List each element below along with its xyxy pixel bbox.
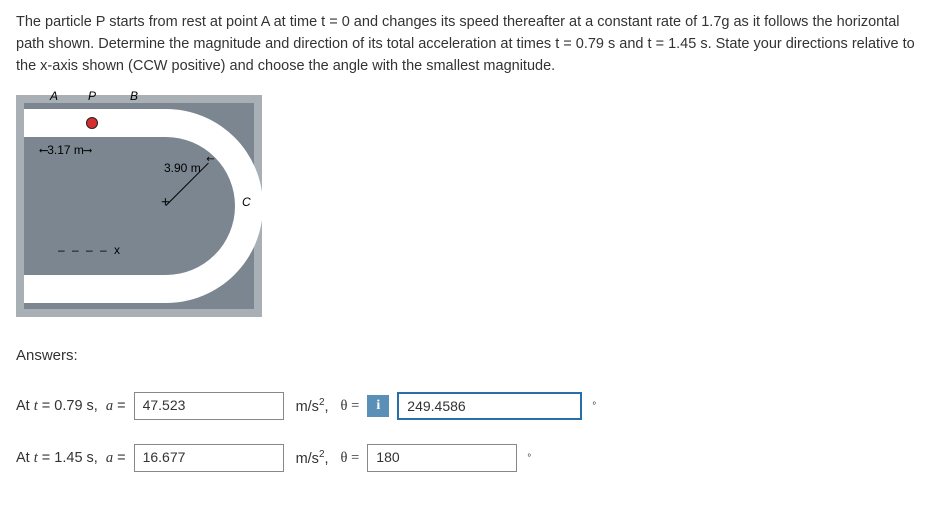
row2-unit-a: m/s2, — [296, 449, 329, 467]
row1-degree-unit: ° — [592, 401, 596, 412]
dimension-radius: 3.90 m — [164, 161, 201, 175]
label-c: C — [242, 195, 251, 209]
row1-a-input[interactable]: 47.523 — [134, 392, 284, 420]
row2-a-label: a = — [106, 450, 126, 467]
row2-degree-unit: ° — [527, 453, 531, 464]
row2-prefix: At t = 1.45 s, — [16, 450, 98, 467]
track-straight-bottom — [24, 275, 164, 303]
row1-theta-label: θ = — [341, 398, 360, 415]
dimension-ab: ⟵3.17 m⟶ — [40, 143, 91, 157]
answer-row-2: At t = 1.45 s, a = 16.677 m/s2, θ = 180 … — [16, 444, 920, 472]
row2-theta-input[interactable]: 180 — [367, 444, 517, 472]
track-diagram: A P B C ⟵3.17 m⟶ ✕ ↘ 3.90 m – – – – x — [24, 103, 254, 309]
problem-statement: The particle P starts from rest at point… — [16, 12, 920, 77]
row1-theta-input[interactable]: 249.4586 — [397, 392, 582, 420]
label-a: A — [50, 89, 58, 103]
x-axis-label: – – – – x — [58, 243, 122, 257]
row2-a-input[interactable]: 16.677 — [134, 444, 284, 472]
row1-unit-a: m/s2, — [296, 397, 329, 415]
label-b: B — [130, 89, 138, 103]
label-p: P — [88, 89, 96, 103]
row1-prefix: At t = 0.79 s, — [16, 398, 98, 415]
row2-theta-label: θ = — [341, 450, 360, 467]
answers-heading: Answers: — [16, 347, 920, 364]
diagram-container: A P B C ⟵3.17 m⟶ ✕ ↘ 3.90 m – – – – x — [16, 95, 262, 317]
row1-a-label: a = — [106, 398, 126, 415]
info-badge-icon[interactable]: i — [367, 395, 389, 417]
answer-row-1: At t = 0.79 s, a = 47.523 m/s2, θ = i 24… — [16, 392, 920, 420]
